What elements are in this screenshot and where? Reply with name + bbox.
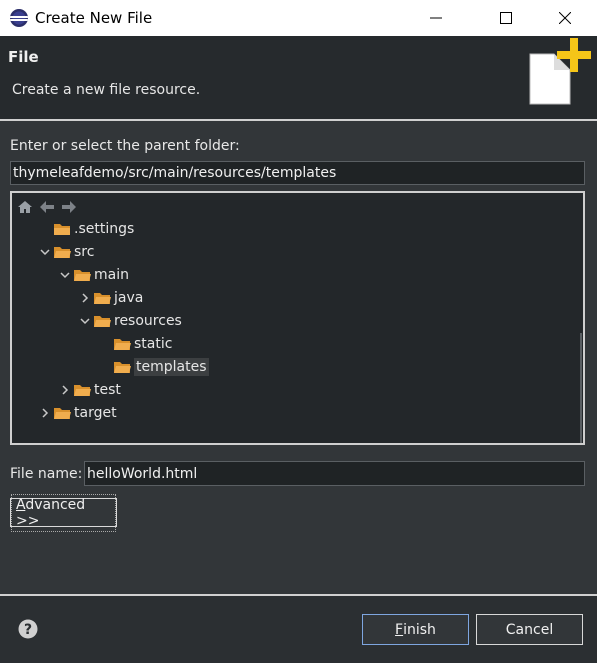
tree-item-main[interactable]: main	[57, 264, 129, 285]
tree-toolbar	[16, 197, 78, 217]
advanced-button[interactable]: Advanced >>	[10, 493, 117, 532]
title-bar: Create New File	[0, 0, 597, 36]
chevron-right-icon[interactable]	[77, 290, 93, 306]
folder-open-icon	[53, 244, 71, 260]
parent-folder-input[interactable]: thymeleafdemo/src/main/resources/templat…	[10, 161, 585, 185]
chevron-right-icon[interactable]	[57, 382, 73, 398]
tree-item-target[interactable]: target	[37, 402, 117, 423]
tree-item-label: test	[94, 381, 121, 398]
chevron-down-icon[interactable]	[77, 313, 93, 329]
finish-label-rest: inish	[403, 621, 436, 638]
folder-open-icon	[73, 382, 91, 398]
tree-scrollbar[interactable]	[580, 333, 582, 443]
back-icon[interactable]	[38, 198, 56, 216]
maximize-button[interactable]	[483, 0, 529, 36]
chevron-right-icon[interactable]	[37, 405, 53, 421]
tree-item-label: .settings	[74, 220, 135, 237]
chevron-down-icon[interactable]	[37, 244, 53, 260]
advanced-button-label: Advanced >>	[11, 493, 116, 532]
close-icon	[559, 12, 571, 24]
folder-open-icon	[93, 290, 111, 306]
maximize-icon	[500, 12, 512, 24]
folder-open-icon	[113, 359, 131, 375]
tree-item-static[interactable]: static	[97, 333, 172, 354]
button-bar: ? Finish Cancel	[0, 596, 597, 663]
minimize-button[interactable]	[413, 0, 459, 36]
tree-item-label: main	[94, 266, 129, 283]
page-description: Create a new file resource.	[12, 82, 201, 98]
help-icon[interactable]: ?	[18, 619, 38, 639]
mnemonic-letter: A	[16, 496, 26, 513]
tree-item-src[interactable]: src	[37, 241, 94, 262]
finish-button[interactable]: Finish	[362, 614, 469, 645]
parent-folder-label: Enter or select the parent folder:	[10, 138, 240, 154]
header-divider	[0, 119, 597, 121]
tree-item-test[interactable]: test	[57, 379, 121, 400]
tree-item-label: static	[134, 335, 173, 352]
cancel-button[interactable]: Cancel	[476, 614, 583, 645]
new-file-icon	[529, 38, 591, 105]
folder-open-icon	[113, 336, 131, 352]
home-icon[interactable]	[16, 198, 34, 216]
mnemonic-letter: F	[395, 621, 404, 638]
page-title: File	[8, 48, 39, 66]
forward-icon[interactable]	[60, 198, 78, 216]
chevron-down-icon[interactable]	[57, 267, 73, 283]
tree-item-java[interactable]: java	[77, 287, 143, 308]
folder-icon	[53, 221, 71, 237]
tree-item-label: target	[74, 404, 117, 421]
close-button[interactable]	[542, 0, 588, 36]
tree-item-templates[interactable]: templates	[97, 356, 209, 377]
tree-item-label: java	[114, 289, 144, 306]
svg-text:?: ?	[24, 622, 32, 638]
folder-open-icon	[73, 267, 91, 283]
folder-open-icon	[53, 405, 71, 421]
eclipse-icon	[10, 9, 28, 27]
advanced-label-rest: dvanced >>	[16, 496, 86, 529]
window-title: Create New File	[35, 9, 153, 27]
folder-tree[interactable]: .settings src main java resources static…	[10, 191, 585, 445]
minimize-icon	[430, 17, 442, 19]
wizard-header: File Create a new file resource.	[0, 36, 597, 120]
tree-item-label: src	[74, 243, 95, 260]
file-name-label: File name:	[10, 466, 83, 482]
file-name-input[interactable]: helloWorld.html	[84, 461, 585, 486]
folder-open-icon	[93, 313, 111, 329]
tree-item-resources[interactable]: resources	[77, 310, 182, 331]
tree-item-settings[interactable]: .settings	[37, 218, 134, 239]
tree-item-label: templates	[134, 357, 209, 376]
tree-item-label: resources	[114, 312, 182, 329]
